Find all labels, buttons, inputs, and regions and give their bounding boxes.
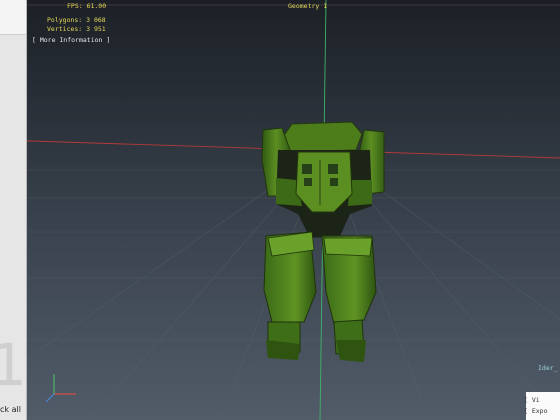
vertices-readout: Vertices: 3 951 — [47, 25, 106, 33]
polygons-readout: Polygons: 3 068 — [47, 16, 106, 24]
fps-readout: FPS: 61.00 — [67, 2, 107, 10]
top-center-label: Geometry 1 — [288, 2, 328, 10]
3d-viewport[interactable] — [0, 0, 560, 420]
armor-legs-model[interactable] — [0, 0, 560, 420]
left-side-panel: 1 ck all — [0, 0, 27, 420]
export-button[interactable]: [ Expo — [524, 407, 547, 415]
node-label: Ider_ — [538, 364, 558, 372]
left-panel-header — [0, 0, 26, 35]
view-button[interactable]: [ Vi — [524, 396, 540, 404]
bottom-right-panel: [ Vi [ Expo — [524, 392, 560, 420]
more-information-link[interactable]: [ More Information ] — [32, 37, 110, 44]
left-panel-digit: 1 — [0, 331, 27, 399]
axis-gizmo-icon — [45, 374, 76, 403]
check-all-button[interactable]: ck all — [0, 405, 21, 414]
